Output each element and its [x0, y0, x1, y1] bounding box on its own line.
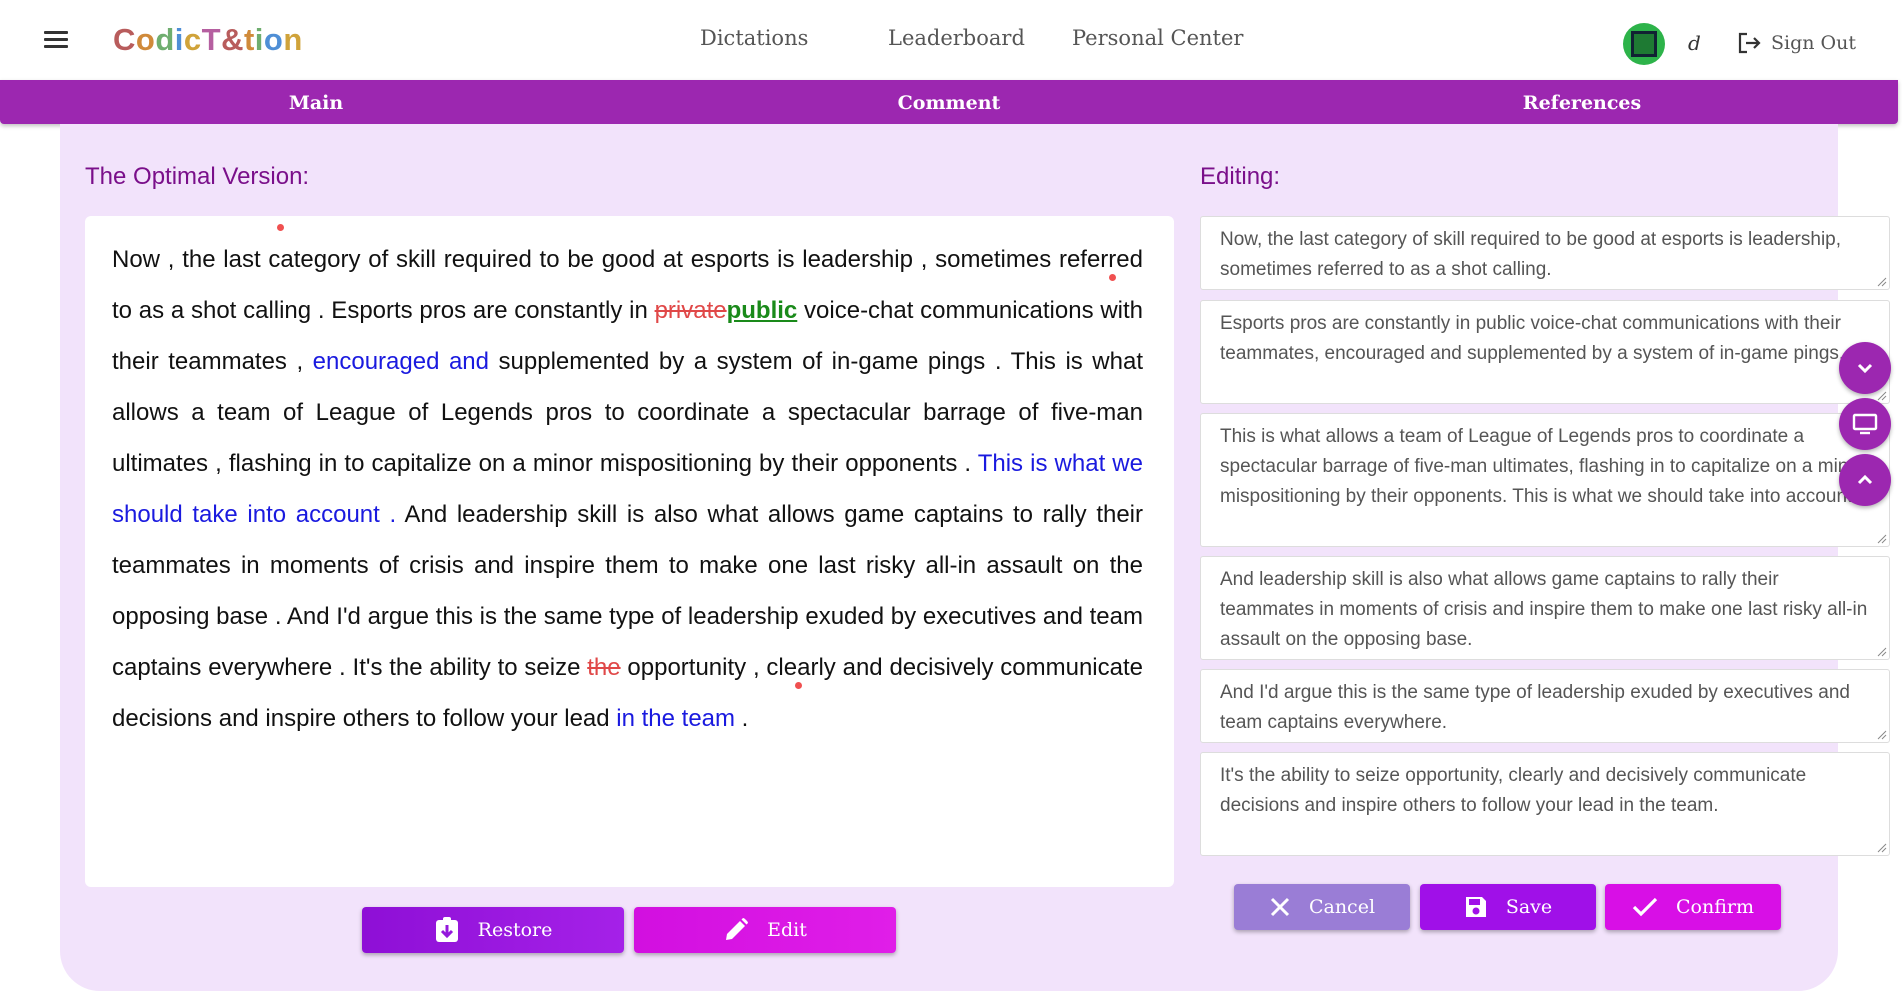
inserted-text: encouraged and: [312, 348, 490, 375]
inserted-text: in the team: [616, 705, 736, 732]
menu-icon[interactable]: [44, 31, 68, 49]
logo-letter: i: [254, 22, 264, 57]
marker-dot: [795, 682, 802, 689]
logo-letter: o: [135, 22, 156, 57]
confirm-label: Confirm: [1676, 896, 1754, 918]
editing-heading: Editing:: [1200, 163, 1281, 190]
edit-textarea[interactable]: Esports pros are constantly in public vo…: [1200, 300, 1890, 404]
edit-textarea[interactable]: Now, the last category of skill required…: [1200, 216, 1890, 290]
restore-button[interactable]: Restore: [362, 907, 624, 953]
edit-textarea[interactable]: And I'd argue this is the same type of l…: [1200, 669, 1890, 743]
logo-letter: c: [183, 22, 202, 57]
monitor-icon: [1852, 413, 1878, 435]
nav-personal-center[interactable]: Personal Center: [1072, 26, 1243, 50]
save-icon: [1465, 897, 1486, 917]
text-segment: .: [735, 705, 749, 732]
resize-handle-icon[interactable]: [1877, 391, 1887, 401]
section-tabs: Main Comment References: [0, 80, 1898, 124]
sign-out-button[interactable]: Sign Out: [1737, 31, 1856, 55]
logo-letter: i: [174, 22, 184, 57]
tab-references[interactable]: References: [1523, 92, 1641, 114]
sign-out-icon: [1738, 32, 1761, 54]
cancel-label: Cancel: [1308, 896, 1376, 918]
optimal-version-heading: The Optimal Version:: [85, 163, 310, 190]
scroll-up-button[interactable]: [1839, 454, 1891, 506]
edit-textarea-text: This is what allows a team of League of …: [1220, 426, 1866, 507]
edit-textarea-text: And leadership skill is also what allows…: [1220, 569, 1868, 650]
edit-button[interactable]: Edit: [634, 907, 896, 953]
deleted-text: private: [654, 297, 727, 324]
marker-dot: [277, 224, 284, 231]
restore-icon: [435, 917, 458, 942]
resize-handle-icon[interactable]: [1877, 534, 1887, 544]
chevron-up-icon: [1857, 474, 1873, 485]
logo-letter: n: [283, 22, 303, 57]
resize-handle-icon[interactable]: [1877, 647, 1887, 657]
tab-comment[interactable]: Comment: [898, 92, 1001, 114]
marker-dot: [1109, 274, 1116, 281]
nav-dictations[interactable]: Dictations: [700, 26, 808, 50]
display-toggle-button[interactable]: [1839, 398, 1891, 450]
edit-textarea-text: Now, the last category of skill required…: [1220, 229, 1842, 280]
username: d: [1688, 31, 1701, 55]
logo-letter: t: [243, 22, 255, 57]
edit-textarea[interactable]: And leadership skill is also what allows…: [1200, 556, 1890, 660]
logo-letter: C: [113, 22, 136, 57]
check-icon: [1632, 897, 1658, 917]
confirm-button[interactable]: Confirm: [1605, 884, 1781, 930]
top-navbar: CodicT&tion Dictations Leaderboard Perso…: [0, 0, 1902, 80]
restore-label: Restore: [477, 919, 553, 941]
logo-letter: d: [155, 22, 175, 57]
tab-main[interactable]: Main: [289, 92, 343, 114]
cancel-button[interactable]: Cancel: [1234, 884, 1410, 930]
logo-letter: &: [221, 22, 244, 57]
pencil-icon: [726, 918, 749, 940]
deleted-text: the: [587, 654, 621, 681]
resize-handle-icon[interactable]: [1877, 843, 1887, 853]
logo-letter: o: [263, 22, 284, 57]
nav-leaderboard[interactable]: Leaderboard: [888, 26, 1025, 50]
save-label: Save: [1505, 896, 1553, 918]
resize-handle-icon[interactable]: [1877, 277, 1887, 287]
optimal-version-text: Now , the last category of skill require…: [112, 234, 1143, 744]
edit-textarea-text: And I'd argue this is the same type of l…: [1220, 682, 1850, 733]
edit-textarea-text: It's the ability to seize opportunity, c…: [1220, 765, 1807, 816]
replaced-text: public: [726, 297, 798, 324]
edit-textarea[interactable]: It's the ability to seize opportunity, c…: [1200, 752, 1890, 856]
edit-textarea-text: Esports pros are constantly in public vo…: [1220, 313, 1845, 364]
scroll-down-button[interactable]: [1839, 342, 1891, 394]
logo-letter: T: [201, 22, 222, 57]
sign-out-label: Sign Out: [1771, 32, 1856, 54]
resize-handle-icon[interactable]: [1877, 730, 1887, 740]
app-logo[interactable]: CodicT&tion: [113, 22, 303, 58]
save-button[interactable]: Save: [1420, 884, 1596, 930]
optimal-version-card: Now , the last category of skill require…: [85, 216, 1174, 887]
chevron-down-icon: [1857, 363, 1873, 374]
close-icon: [1270, 897, 1290, 917]
avatar[interactable]: [1623, 23, 1665, 65]
edit-label: Edit: [767, 919, 807, 941]
edit-textarea[interactable]: This is what allows a team of League of …: [1200, 413, 1890, 547]
